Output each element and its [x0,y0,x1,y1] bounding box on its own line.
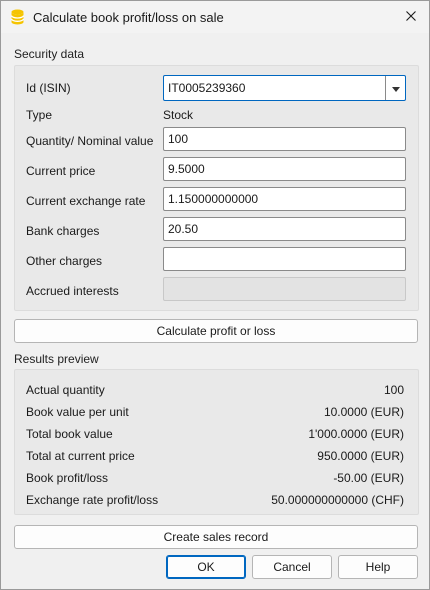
dialog-window: Calculate book profit/loss on sale Secur… [0,0,430,590]
result-value: 950.0000 (EUR) [317,449,404,463]
result-label: Actual quantity [26,383,105,397]
database-icon [10,9,25,25]
results-section-label: Results preview [14,352,99,366]
other-charges-field[interactable] [163,247,406,271]
create-sales-record-button[interactable]: Create sales record [14,525,418,549]
id-select[interactable]: IT0005239360 [163,75,406,101]
result-value: 1'000.0000 (EUR) [308,427,404,441]
exchange-rate-label: Current exchange rate [26,194,146,208]
window-title: Calculate book profit/loss on sale [33,10,224,25]
result-label: Total book value [26,427,113,441]
result-value: -50.00 (EUR) [333,471,404,485]
close-button[interactable] [399,5,423,29]
result-label: Book value per unit [26,405,129,419]
current-price-field[interactable] [163,157,406,181]
ok-button[interactable]: OK [166,555,246,579]
title-bar: Calculate book profit/loss on sale [1,1,429,33]
accrued-interests-field [163,277,406,301]
type-label: Type [26,108,53,122]
bank-charges-label: Bank charges [26,224,100,238]
chevron-down-icon [391,81,400,95]
result-label: Exchange rate profit/loss [26,493,159,507]
current-price-label: Current price [26,164,96,178]
result-value: 50.000000000000 (CHF) [271,493,404,507]
cancel-button[interactable]: Cancel [252,555,332,579]
exchange-rate-field[interactable] [163,187,406,211]
accrued-interests-label: Accrued interests [26,284,119,298]
bank-charges-field[interactable] [163,217,406,241]
quantity-field[interactable] [163,127,406,151]
security-section-label: Security data [14,47,85,61]
calculate-profit-loss-button[interactable]: Calculate profit or loss [14,319,418,343]
id-select-value: IT0005239360 [168,81,246,95]
id-label: Id (ISIN) [26,81,71,95]
result-value: 100 [383,383,404,397]
help-button[interactable]: Help [338,555,418,579]
result-label: Book profit/loss [26,471,109,485]
other-charges-label: Other charges [26,254,103,268]
result-label: Total at current price [26,449,135,463]
type-value: Stock [163,108,194,122]
result-value: 10.0000 (EUR) [323,405,404,419]
quantity-label: Quantity/ Nominal value [26,134,154,148]
close-icon [406,10,416,24]
dropdown-button[interactable] [385,76,405,100]
